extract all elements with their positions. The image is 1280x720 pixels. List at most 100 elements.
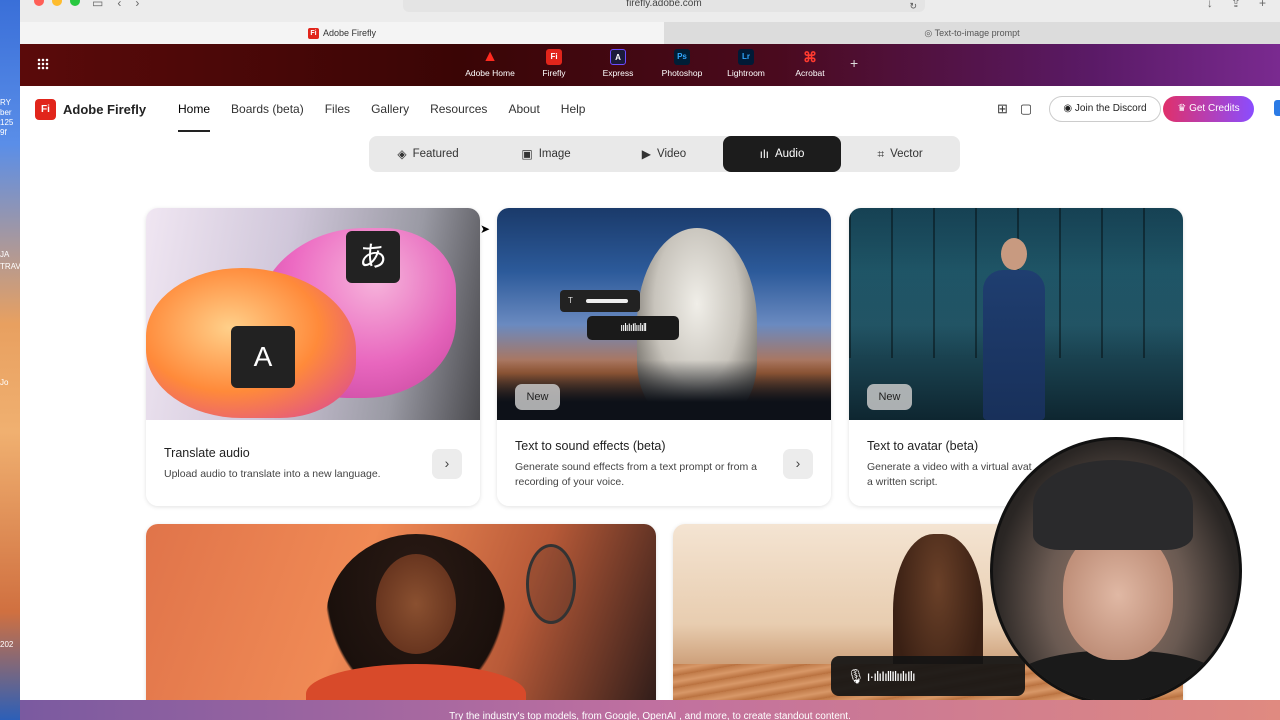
- app-adobe-home[interactable]: ▲ Adobe Home: [458, 48, 522, 79]
- join-discord-button[interactable]: ◉ Join the Discord: [1049, 96, 1161, 122]
- category-tabs: ◈ Featured ▣ Image ▶ Video ılı Audio ⌗ V…: [369, 136, 960, 172]
- card-title: Text to avatar (beta): [867, 439, 979, 453]
- audio-wave-icon: ılı: [759, 147, 769, 161]
- desktop-label: JA: [0, 250, 10, 259]
- add-app-icon[interactable]: +: [850, 55, 858, 71]
- card-voice-singer[interactable]: [146, 524, 656, 720]
- desktop-label: Jo: [0, 378, 9, 387]
- tab-label: Adobe Firefly: [322, 28, 377, 38]
- tab-audio[interactable]: ılı Audio: [723, 136, 841, 172]
- waveform-chip: ıılıIıIlıılıll: [587, 316, 679, 340]
- desktop-background: RY ber 125 9f JA TRAV Jo 202: [0, 0, 20, 720]
- forward-icon[interactable]: ›: [135, 0, 139, 10]
- get-credits-button[interactable]: ♛ Get Credits: [1163, 96, 1254, 122]
- sidebar-toggle-icon[interactable]: ▭: [92, 0, 103, 10]
- discord-label: Join the Discord: [1074, 103, 1147, 114]
- site-header: Fi Adobe Firefly Home Boards (beta) File…: [20, 86, 1280, 136]
- header-icons: ⊞ ▢: [997, 101, 1032, 117]
- card-description: Upload audio to translate into a new lan…: [164, 468, 381, 480]
- firefly-logo-icon: Fi: [35, 99, 56, 120]
- card-text-to-sound[interactable]: T ıılıIıIlıılıll New Text to sound effec…: [497, 208, 831, 506]
- desktop-label: 9f: [0, 128, 7, 137]
- tab-label: Image: [538, 148, 571, 160]
- browser-tab-prompt[interactable]: ◎ Text-to-image prompt: [664, 22, 1280, 44]
- profile-edge-icon[interactable]: [1274, 100, 1280, 116]
- browser-tab-firefly[interactable]: Fi Adobe Firefly: [20, 22, 664, 44]
- app-acrobat[interactable]: ⌘ Acrobat: [778, 49, 842, 78]
- app-label: Adobe Home: [465, 68, 515, 78]
- card-body: Translate audio Upload audio to translat…: [146, 420, 480, 506]
- tab-label: Audio: [774, 148, 805, 160]
- chat-icon[interactable]: ▢: [1020, 101, 1032, 117]
- gift-icon[interactable]: ⊞: [997, 101, 1008, 117]
- promo-text: Try the industry's top models, from Goog…: [449, 711, 851, 720]
- letter-a-bubble: A: [231, 326, 295, 388]
- share-icon[interactable]: ⇪: [1231, 0, 1241, 10]
- browser-chrome: ▭ ‹ › firefly.adobe.com ↻ ↓ ⇪ + Fi Adobe …: [20, 0, 1280, 44]
- card-description: Generate sound effects from a text promp…: [515, 461, 758, 488]
- close-window-button[interactable]: [34, 0, 44, 6]
- url-text: firefly.adobe.com: [626, 0, 702, 9]
- tab-featured[interactable]: ◈ Featured: [369, 136, 487, 172]
- maximize-window-button[interactable]: [70, 0, 80, 6]
- card-image: T ıılıIıIlıılıll New: [497, 208, 831, 420]
- nav-gallery[interactable]: Gallery: [371, 102, 409, 116]
- adobe-home-icon: ▲: [482, 48, 498, 65]
- desktop-label: ber: [0, 108, 12, 117]
- desktop-label: TRAV: [0, 262, 20, 271]
- webcam-overlay: [990, 437, 1242, 705]
- tab-video[interactable]: ▶ Video: [605, 136, 723, 172]
- avatar-illustration: [979, 234, 1049, 420]
- voice-waveform-chip: 🎙 ı·ılıIıllIlıılıIlı: [831, 656, 1025, 696]
- image-icon: ▣: [521, 147, 533, 161]
- japanese-char-bubble: あ: [346, 231, 400, 283]
- desktop-label: 125: [0, 118, 14, 127]
- firefly-logo[interactable]: Fi Adobe Firefly: [35, 99, 146, 120]
- tab-label: Featured: [412, 148, 459, 160]
- chevron-right-icon[interactable]: ›: [783, 449, 813, 479]
- nav-files[interactable]: Files: [325, 102, 350, 116]
- new-badge: New: [867, 384, 912, 410]
- nav-about[interactable]: About: [508, 102, 539, 116]
- mouse-cursor-icon: ➤: [480, 222, 491, 236]
- nav-boards[interactable]: Boards (beta): [231, 102, 304, 116]
- text-prompt-chip: T: [560, 290, 640, 312]
- vector-icon: ⌗: [877, 146, 885, 161]
- app-label: Express: [602, 68, 634, 78]
- megaphone-icon: ◈: [397, 147, 407, 161]
- reload-icon[interactable]: ↻: [909, 0, 917, 16]
- express-icon: A: [610, 49, 626, 65]
- minimize-window-button[interactable]: [52, 0, 62, 6]
- promo-banner[interactable]: Try the industry's top models, from Goog…: [20, 700, 1280, 720]
- adobe-app-switcher: ▲ Adobe Home Fi Firefly A Express Ps Pho…: [20, 44, 1280, 86]
- decor-shape: [376, 554, 456, 654]
- desktop-label: 202: [0, 640, 14, 649]
- download-icon[interactable]: ↓: [1207, 0, 1213, 10]
- back-icon[interactable]: ‹: [117, 0, 121, 10]
- app-lightroom[interactable]: Lr Lightroom: [714, 49, 778, 78]
- desktop-label: RY: [0, 98, 11, 107]
- new-tab-icon[interactable]: +: [1259, 0, 1266, 10]
- main-nav: Home Boards (beta) Files Gallery Resourc…: [178, 102, 606, 132]
- url-bar[interactable]: firefly.adobe.com ↻: [403, 0, 925, 12]
- tab-label: Vector: [890, 148, 923, 160]
- photoshop-icon: Ps: [674, 49, 690, 65]
- lightroom-icon: Lr: [738, 49, 754, 65]
- app-firefly[interactable]: Fi Firefly: [522, 49, 586, 78]
- decor-shape: [1001, 238, 1027, 270]
- apps-grid-icon[interactable]: [37, 58, 49, 70]
- nav-resources[interactable]: Resources: [430, 102, 487, 116]
- tab-favicon-icon: ◎: [924, 28, 935, 38]
- card-translate-audio[interactable]: A あ Translate audio Upload audio to tran…: [146, 208, 480, 506]
- new-badge: New: [515, 384, 560, 410]
- chevron-right-icon[interactable]: ›: [432, 449, 462, 479]
- tab-image[interactable]: ▣ Image: [487, 136, 605, 172]
- nav-home[interactable]: Home: [178, 102, 211, 132]
- microphone-illustration: [526, 544, 576, 624]
- app-photoshop[interactable]: Ps Photoshop: [650, 49, 714, 78]
- window-controls: [34, 0, 80, 6]
- decor-shape: [983, 270, 1045, 420]
- app-express[interactable]: A Express: [586, 49, 650, 78]
- nav-help[interactable]: Help: [561, 102, 586, 116]
- tab-vector[interactable]: ⌗ Vector: [841, 136, 959, 172]
